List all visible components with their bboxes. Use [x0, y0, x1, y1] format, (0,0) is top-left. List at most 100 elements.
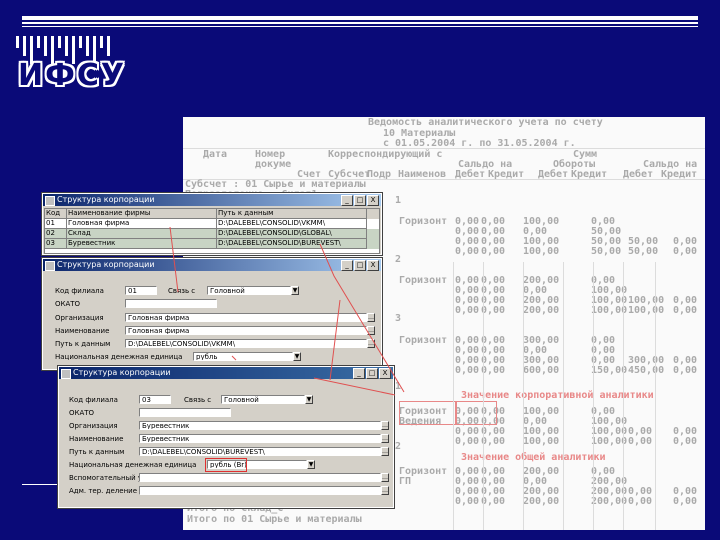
link-label: Связь с [168, 287, 196, 295]
admin-division-field[interactable] [139, 486, 381, 495]
ellipsis-icon[interactable]: … [381, 486, 389, 495]
auxiliary-accounting-field[interactable] [139, 473, 381, 482]
chevron-down-icon[interactable]: ▼ [291, 286, 299, 295]
report-value: 0,00 [481, 365, 506, 376]
report-value: 50,00 [628, 246, 659, 257]
report-value: 0,00 [673, 365, 698, 376]
report-value: 0,00 [673, 305, 698, 316]
data-path-field[interactable]: D:\DALEBEL\CONSOLID\VKMM\ [125, 339, 367, 348]
column-header-path[interactable]: Путь к данным [217, 209, 367, 219]
header-cell: Корреспондирующий с [328, 149, 443, 160]
firms-grid[interactable]: Код Наименование фирмы Путь к данным 01 … [44, 208, 380, 254]
cell-path: D:\DALEBEL\CONSOLID\BUREVEST\ [217, 239, 367, 249]
organization-field[interactable]: Головная фирма [125, 313, 367, 322]
report-value: 150,00 [591, 365, 628, 376]
highlight-box [399, 401, 457, 425]
report-value: 100,00 [628, 305, 665, 316]
report-value: 0,00 [455, 305, 480, 316]
table-row[interactable]: 01 Головная фирма D:\DALEBEL\CONSOLID\VK… [45, 219, 379, 229]
currency-label: Национальная денежная единица [55, 353, 183, 361]
report-value: 0,00 [481, 436, 506, 447]
name-field[interactable]: Буревестник [139, 434, 381, 443]
ellipsis-icon[interactable]: … [367, 339, 375, 348]
stripe [37, 36, 40, 48]
report-value: 0,00 [455, 246, 480, 257]
window-title: Структура корпорации [57, 195, 155, 204]
cell-name: Буревестник [67, 239, 217, 249]
grid-header: Код Наименование фирмы Путь к данным [45, 209, 379, 219]
maximize-button[interactable]: □ [354, 260, 366, 271]
minimize-button[interactable]: _ [341, 195, 353, 206]
minimize-button[interactable]: _ [341, 260, 353, 271]
chevron-down-icon[interactable]: ▼ [305, 395, 313, 404]
app-icon [45, 261, 55, 271]
report-value: 0,00 [481, 496, 506, 507]
column-header-name[interactable]: Наименование фирмы [67, 209, 217, 219]
cell-path: D:\DALEBEL\CONSOLID\VKMM\ [217, 219, 367, 229]
app-icon [61, 369, 71, 379]
name-label: Наименование [55, 327, 110, 335]
branch-code-label: Код филиала [69, 396, 118, 404]
stripe [107, 36, 110, 56]
row-label: Горизонт [399, 335, 448, 346]
maximize-button[interactable]: □ [354, 195, 366, 206]
close-button[interactable]: X [367, 195, 379, 206]
report-value: 0,00 [673, 246, 698, 257]
report-value: 0,00 [673, 436, 698, 447]
currency-select[interactable]: рубль [193, 352, 293, 361]
chevron-down-icon[interactable]: ▼ [293, 352, 301, 361]
branch-code-field[interactable]: 03 [139, 395, 171, 404]
minimize-button[interactable]: _ [353, 368, 365, 379]
name-label: Наименование [69, 435, 124, 443]
ellipsis-icon[interactable]: … [381, 421, 389, 430]
report-value: 0,00 [628, 496, 653, 507]
window-titlebar: Структура корпорации _ □ X [43, 259, 381, 271]
grid-line [563, 262, 564, 530]
report-value: 100,00 [523, 246, 560, 257]
close-button[interactable]: X [379, 368, 391, 379]
stripe [23, 36, 26, 56]
organization-field[interactable]: Буревестник [139, 421, 381, 430]
close-button[interactable]: X [367, 260, 379, 271]
table-row[interactable]: 02 Склад D:\DALEBEL\CONSOLID\GLOBAL\ [45, 229, 379, 239]
maximize-button[interactable]: □ [366, 368, 378, 379]
group-number: 2 [395, 254, 402, 265]
cell-name: Головная фирма [67, 219, 217, 229]
report-value: 100,00 [591, 305, 628, 316]
link-select[interactable]: Головной [207, 286, 291, 295]
okato-label: ОКАТО [69, 409, 95, 417]
ellipsis-icon[interactable]: … [367, 326, 375, 335]
admin-division-label: Адм. тер. деление [69, 487, 137, 495]
table-row[interactable]: 03 Буревестник D:\DALEBEL\CONSOLID\BUREV… [45, 239, 379, 249]
data-path-field[interactable]: D:\DALEBEL\CONSOLID\BUREVEST\ [139, 447, 381, 456]
corporation-structure-list-window: Структура корпорации _ □ X Код Наименова… [41, 192, 383, 256]
organization-label: Организация [55, 314, 104, 322]
ellipsis-icon[interactable]: … [381, 473, 389, 482]
report-value: 200,00 [523, 305, 560, 316]
stripe [86, 36, 89, 56]
window-titlebar: Структура корпорации _ □ X [43, 194, 381, 206]
branch-code-label: Код филиала [55, 287, 104, 295]
report-value: 0,00 [481, 305, 506, 316]
branch-code-field[interactable]: 01 [125, 286, 157, 295]
okato-field[interactable] [139, 408, 231, 417]
report-title-line: Ведомость аналитического учета по счету [368, 117, 603, 128]
name-field[interactable]: Головная фирма [125, 326, 367, 335]
window-titlebar: Структура корпорации _ □ X [59, 367, 393, 379]
okato-label: ОКАТО [55, 300, 81, 308]
cell-name: Склад [67, 229, 217, 239]
link-select[interactable]: Головной [221, 395, 305, 404]
report-value: 0,00 [455, 365, 480, 376]
row-label: ГП [399, 476, 412, 487]
report-value: 0,00 [481, 246, 506, 257]
okato-field[interactable] [125, 299, 217, 308]
stripe [16, 36, 19, 48]
column-header-code[interactable]: Код [45, 209, 67, 219]
chevron-down-icon[interactable]: ▼ [307, 460, 315, 469]
header-cell: докуме [255, 159, 292, 170]
ellipsis-icon[interactable]: … [381, 447, 389, 456]
decor-bar [22, 22, 698, 24]
decor-bar [22, 16, 698, 20]
ellipsis-icon[interactable]: … [381, 434, 389, 443]
ellipsis-icon[interactable]: … [367, 313, 375, 322]
